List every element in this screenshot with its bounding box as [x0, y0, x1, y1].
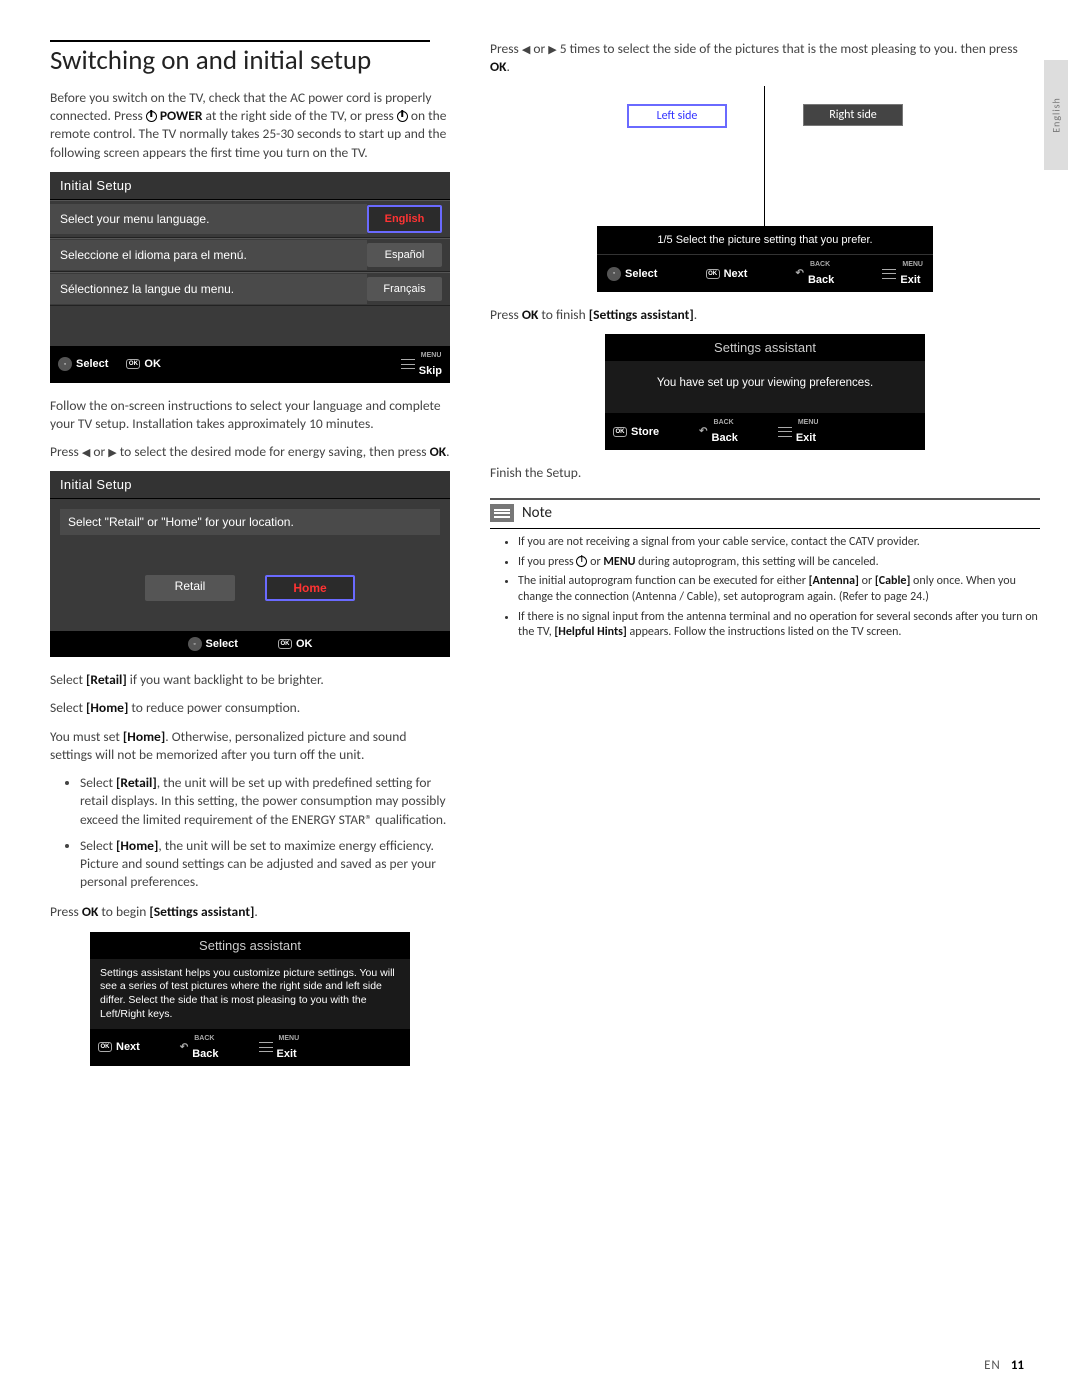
back-icon: ↶ — [796, 268, 804, 279]
footer-next: OKNext — [706, 268, 748, 280]
language-option-espanol[interactable]: Español — [367, 243, 442, 267]
osd-body-text: You have set up your viewing preferences… — [605, 361, 925, 413]
footer-back: ↶BACKBack — [796, 261, 835, 286]
language-row[interactable]: Select your menu language. English — [50, 200, 450, 238]
footer-ok: OKOK — [278, 638, 313, 650]
language-row[interactable]: Seleccione el idioma para el menú. Españ… — [50, 238, 450, 272]
ok-icon: OK — [126, 359, 140, 369]
divider — [490, 528, 1040, 529]
location-bullet-list: Select [Retail], the unit will be set up… — [80, 774, 450, 891]
osd-body-text: Settings assistant helps you customize p… — [90, 959, 410, 1030]
picture-compare-msg: 1/5 Select the picture setting that you … — [597, 226, 933, 254]
list-item: If there is no signal input from the ant… — [518, 610, 1040, 641]
right-arrow-icon — [108, 443, 116, 460]
list-item: Select [Home], the unit will be set to m… — [80, 837, 450, 892]
picture-left-side[interactable]: Left side — [597, 86, 765, 226]
menu-icon — [882, 269, 896, 279]
language-label: Sélectionnez la langue du menu. — [50, 274, 367, 304]
osd-initial-setup-location: Initial Setup Select "Retail" or "Home" … — [50, 471, 450, 657]
right-arrow-icon — [548, 40, 556, 57]
osd-footer: ◦Select OKOK — [50, 631, 450, 657]
intro-paragraph: Before you switch on the TV, check that … — [50, 89, 450, 162]
footer-back: ↶BACKBack — [699, 419, 738, 444]
footer-back: ↶BACKBack — [180, 1035, 219, 1060]
picture-right-side[interactable]: Right side — [765, 86, 933, 226]
menu-icon — [778, 427, 792, 437]
dpad-icon: ◦ — [58, 357, 72, 371]
osd-title: Initial Setup — [50, 172, 450, 200]
home-desc: Select [Home] to reduce power consumptio… — [50, 699, 450, 717]
retail-desc: Select [Retail] if you want backlight to… — [50, 671, 450, 689]
footer-select: ◦Select — [607, 267, 657, 281]
retail-button[interactable]: Retail — [145, 575, 235, 601]
finish-sa-prompt: Press OK to ﬁnish [Settings assistant]. — [490, 306, 1040, 324]
back-icon: ↶ — [180, 1042, 188, 1053]
note-label: Note — [522, 504, 552, 522]
power-icon — [576, 556, 587, 567]
list-item: If you press or MENU during autoprogram,… — [518, 555, 1040, 571]
footer-ok: OKOK — [126, 358, 161, 370]
power-icon — [146, 111, 157, 122]
home-button[interactable]: Home — [265, 575, 355, 601]
footer-select: ◦Select — [58, 357, 108, 371]
osd-title: Settings assistant — [90, 932, 410, 959]
osd-settings-assistant-done: Settings assistant You have set up your … — [605, 334, 925, 450]
osd-title: Initial Setup — [50, 471, 450, 499]
list-item: Select [Retail], the unit will be set up… — [80, 774, 450, 829]
footer-next: OKNext — [98, 1041, 140, 1053]
footer-store: OKStore — [613, 426, 659, 438]
osd-settings-assistant-intro: Settings assistant Settings assistant he… — [90, 932, 410, 1066]
energy-prompt: Press or to select the desired mode for … — [50, 443, 450, 461]
dpad-icon: ◦ — [607, 267, 621, 281]
ok-icon: OK — [613, 427, 627, 437]
footer-skip: MENUSkip — [401, 352, 442, 377]
osd-title: Settings assistant — [605, 334, 925, 361]
menu-icon — [259, 1042, 273, 1052]
picture-compare-footer: 1/5 Select the picture setting that you … — [597, 226, 933, 292]
list-item: The initial autoprogram function can be … — [518, 574, 1040, 605]
footer-exit: MENUExit — [778, 419, 819, 444]
page-number: EN11 — [984, 1358, 1024, 1373]
footer-exit: MENUExit — [882, 261, 923, 286]
dpad-icon: ◦ — [188, 637, 202, 651]
ok-icon: OK — [706, 269, 720, 279]
home-warning: You must set [Home]. Otherwise, personal… — [50, 728, 450, 764]
left-side-label: Left side — [627, 104, 727, 128]
begin-settings-assistant: Press OK to begin [Settings assistant]. — [50, 903, 450, 921]
osd-footer: ◦Select OKOK MENUSkip — [50, 346, 450, 383]
language-label: Select your menu language. — [50, 204, 367, 234]
note-icon — [490, 504, 514, 522]
list-item: If you are not receiving a signal from y… — [518, 535, 1040, 551]
osd-footer: OKStore ↶BACKBack MENUExit — [605, 413, 925, 450]
ok-icon: OK — [278, 639, 292, 649]
language-label: Seleccione el idioma para el menú. — [50, 240, 367, 270]
osd-initial-setup-language: Initial Setup Select your menu language.… — [50, 172, 450, 383]
menu-icon — [401, 359, 415, 369]
side-language-tab: English — [1044, 60, 1068, 170]
note-list: If you are not receiving a signal from y… — [518, 535, 1040, 641]
osd-footer: OKNext ↶BACKBack MENUExit — [90, 1029, 410, 1066]
language-row[interactable]: Sélectionnez la langue du menu. Français — [50, 272, 450, 306]
back-icon: ↶ — [699, 426, 707, 437]
ok-icon: OK — [98, 1042, 112, 1052]
footer-exit: MENUExit — [259, 1035, 300, 1060]
select-side-prompt: Press or 5 times to select the side of t… — [490, 40, 1040, 76]
note-header: Note — [490, 498, 1040, 522]
footer-select: ◦Select — [188, 637, 238, 651]
power-icon — [397, 111, 408, 122]
right-side-label: Right side — [803, 104, 903, 126]
page-title: Switching on and initial setup — [50, 40, 430, 77]
language-option-english[interactable]: English — [367, 205, 442, 233]
language-option-francais[interactable]: Français — [367, 277, 442, 301]
finish-setup-text: Finish the Setup. — [490, 464, 1040, 482]
picture-compare-panel: Left side Right side — [490, 86, 1040, 226]
location-prompt: Select "Retail" or "Home" for your locat… — [60, 509, 440, 535]
instruction-text: Follow the on-screen instructions to sel… — [50, 397, 450, 433]
